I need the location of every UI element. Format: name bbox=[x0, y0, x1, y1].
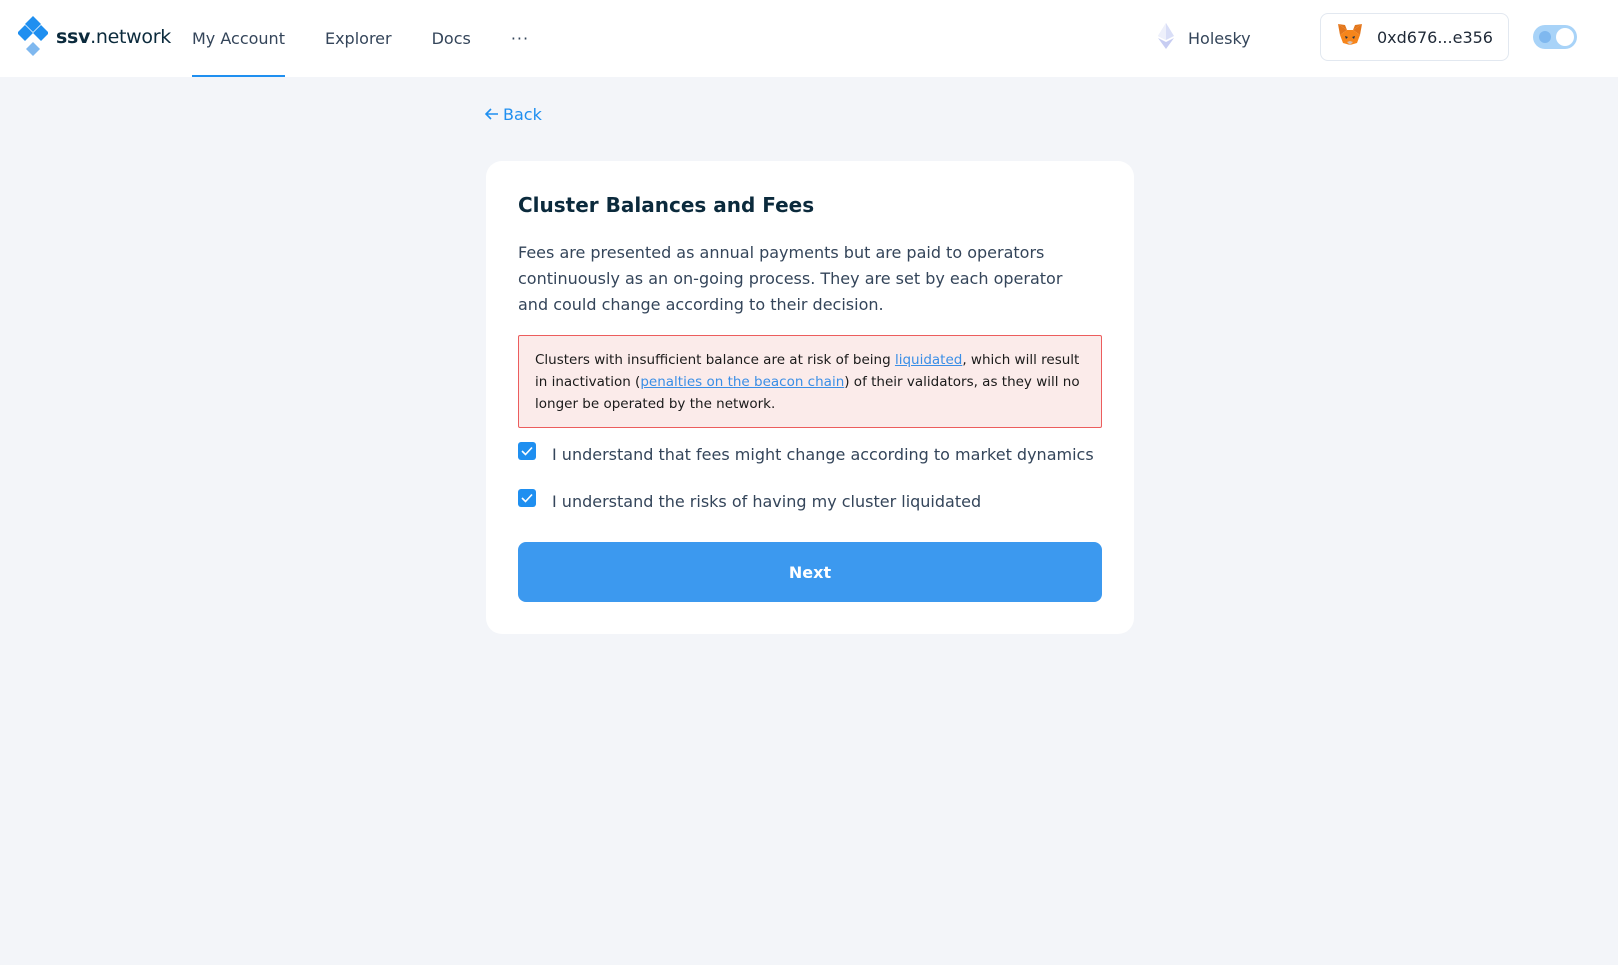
warning-text-1: Clusters with insufficient balance are a… bbox=[535, 352, 895, 368]
more-menu-button[interactable]: ··· bbox=[511, 0, 529, 77]
nav-explorer[interactable]: Explorer bbox=[325, 0, 392, 77]
theme-toggle[interactable] bbox=[1533, 25, 1577, 49]
liquidation-risk-label: I understand the risks of having my clus… bbox=[552, 492, 982, 511]
ssv-logo[interactable]: ssv.network bbox=[17, 16, 171, 58]
ssv-logo-icon bbox=[17, 16, 49, 58]
cluster-fees-card: Cluster Balances and Fees Fees are prese… bbox=[486, 161, 1134, 634]
wallet-address: 0xd676...e356 bbox=[1377, 27, 1493, 47]
fees-change-label: I understand that fees might change acco… bbox=[552, 445, 1094, 464]
logo-wordmark: ssv.network bbox=[56, 26, 171, 48]
nav-my-account[interactable]: My Account bbox=[192, 0, 285, 77]
card-description: Fees are presented as annual payments bu… bbox=[518, 243, 1063, 314]
toggle-knob bbox=[1556, 28, 1574, 46]
sun-icon bbox=[1539, 31, 1551, 43]
liquidation-warning: Clusters with insufficient balance are a… bbox=[518, 335, 1102, 428]
fees-change-checkbox[interactable] bbox=[518, 441, 536, 460]
liquidated-link[interactable]: liquidated bbox=[895, 352, 962, 368]
top-header: ssv.network My Account Explorer Docs ···… bbox=[0, 0, 1618, 77]
beacon-penalties-link[interactable]: penalties on the beacon chain bbox=[640, 374, 844, 390]
ethereum-icon bbox=[1158, 23, 1174, 53]
main-nav: My Account Explorer Docs ··· bbox=[192, 0, 569, 77]
network-selector[interactable]: Holesky bbox=[1158, 22, 1251, 54]
nav-docs[interactable]: Docs bbox=[432, 0, 471, 77]
card-title: Cluster Balances and Fees bbox=[518, 193, 815, 217]
back-link[interactable]: Back bbox=[484, 105, 542, 124]
liquidation-risk-checkbox-row[interactable]: I understand the risks of having my clus… bbox=[518, 488, 982, 511]
back-label: Back bbox=[503, 105, 542, 124]
network-label: Holesky bbox=[1188, 28, 1251, 48]
next-button[interactable]: Next bbox=[518, 542, 1102, 602]
metamask-fox-icon bbox=[1337, 23, 1363, 51]
arrow-left-icon bbox=[484, 105, 499, 124]
fees-change-checkbox-row[interactable]: I understand that fees might change acco… bbox=[518, 441, 1094, 464]
liquidation-risk-checkbox[interactable] bbox=[518, 488, 536, 507]
wallet-button[interactable]: 0xd676...e356 bbox=[1320, 13, 1509, 61]
